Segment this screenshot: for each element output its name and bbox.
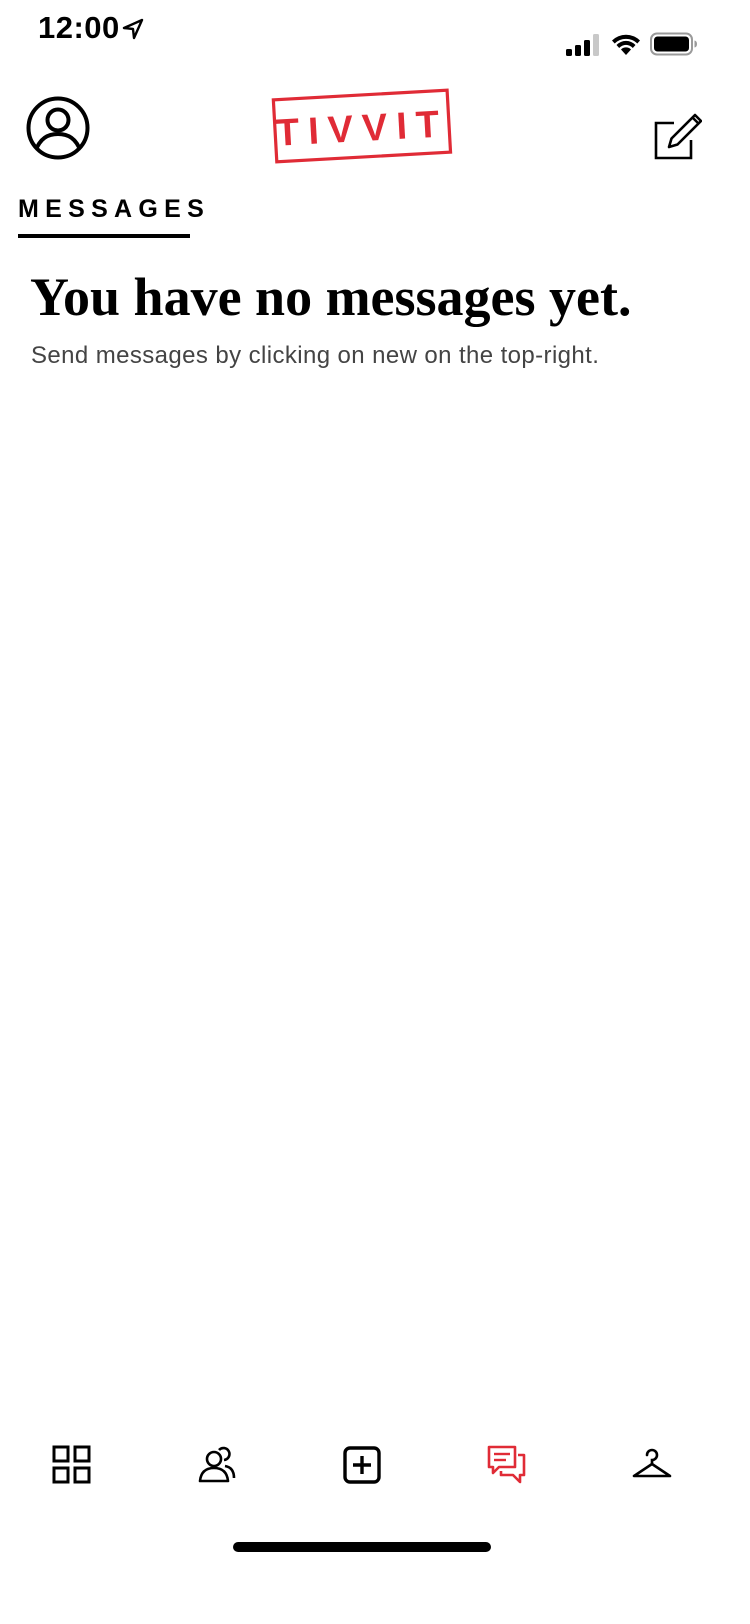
nav-item-closet[interactable]	[616, 1430, 688, 1500]
wifi-icon	[612, 34, 640, 55]
nav-item-add[interactable]	[326, 1430, 398, 1500]
tivvit-logo[interactable]: TIVVIT	[270, 88, 454, 166]
nav-item-feed[interactable]	[36, 1430, 108, 1500]
hanger-icon	[632, 1448, 672, 1478]
chat-bubbles-icon	[487, 1445, 526, 1484]
tab-messages[interactable]: MESSAGES	[18, 192, 211, 238]
nav-item-messages[interactable]	[471, 1430, 543, 1500]
location-arrow-icon	[122, 18, 144, 40]
cellular-signal-icon	[566, 34, 599, 56]
people-icon	[198, 1446, 236, 1483]
status-bar: 12:00	[0, 0, 750, 90]
empty-state-title: You have no messages yet.	[30, 267, 632, 327]
profile-button[interactable]	[26, 96, 90, 160]
compose-icon	[654, 113, 703, 160]
battery-icon	[650, 32, 697, 56]
empty-state-subtitle: Send messages by clicking on new on the …	[31, 342, 600, 369]
new-message-button[interactable]	[652, 110, 703, 160]
tab-messages-label: MESSAGES	[18, 195, 211, 223]
user-avatar-icon	[26, 96, 90, 160]
grid-icon	[52, 1445, 91, 1484]
home-indicator[interactable]	[233, 1542, 491, 1552]
add-square-icon	[343, 1446, 381, 1484]
logo-text: TIVVIT	[275, 103, 449, 155]
nav-item-people[interactable]	[181, 1430, 253, 1500]
bottom-nav	[0, 1430, 750, 1500]
status-time: 12:00	[38, 10, 120, 45]
top-header: TIVVIT	[0, 88, 750, 178]
